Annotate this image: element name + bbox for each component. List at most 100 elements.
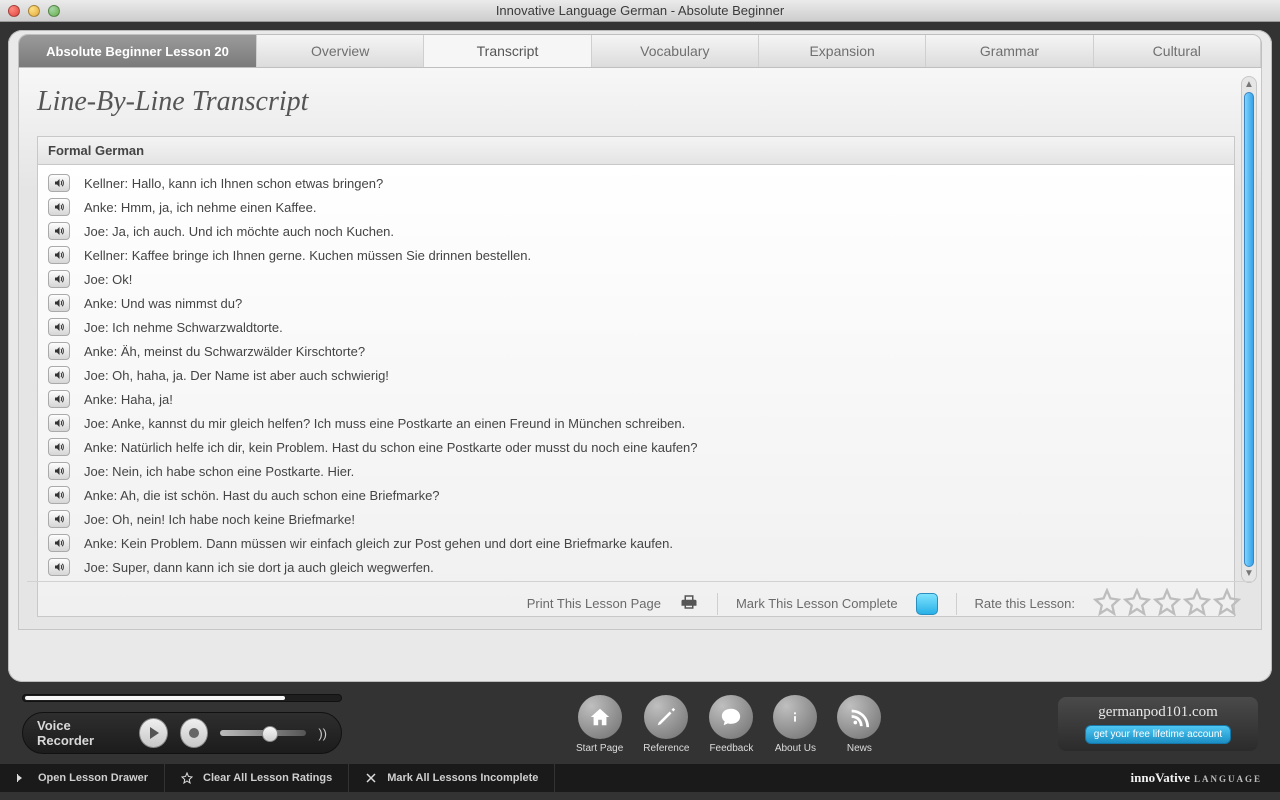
brand-site: germanpod101.com	[1098, 704, 1218, 721]
brand-logo: innoVativeLANGUAGE	[1113, 770, 1280, 786]
play-line-button[interactable]	[48, 198, 70, 216]
line-text: Anke: Äh, meinst du Schwarzwälder Kirsch…	[84, 344, 365, 359]
tab-overview[interactable]: Overview	[257, 35, 424, 67]
rate-lesson-label: Rate this Lesson:	[975, 596, 1075, 611]
transcript-line: Joe: Oh, haha, ja. Der Name ist aber auc…	[38, 363, 1234, 387]
line-text: Joe: Ok!	[84, 272, 132, 287]
audio-progress[interactable]	[22, 694, 342, 702]
dock-item-label: Start Page	[576, 743, 623, 754]
close-window-button[interactable]	[8, 5, 20, 17]
dock-item-label: News	[847, 743, 872, 754]
section-header: Formal German	[37, 136, 1235, 165]
play-line-button[interactable]	[48, 294, 70, 312]
line-text: Joe: Oh, haha, ja. Der Name ist aber auc…	[84, 368, 389, 383]
play-line-button[interactable]	[48, 318, 70, 336]
transcript-line: Joe: Ja, ich auch. Und ich möchte auch n…	[38, 219, 1234, 243]
transcript-line: Anke: Haha, ja!	[38, 387, 1234, 411]
dock-item-label: Feedback	[709, 743, 753, 754]
scroll-up-arrow-icon[interactable]: ▲	[1244, 80, 1254, 90]
drawer-icon	[16, 772, 28, 784]
info-icon	[773, 695, 817, 739]
dock-home-button[interactable]: Start Page	[576, 695, 623, 754]
line-text: Joe: Oh, nein! Ich habe noch keine Brief…	[84, 512, 355, 527]
tab-expansion[interactable]: Expansion	[759, 35, 926, 67]
dock-rss-button[interactable]: News	[837, 695, 881, 754]
mark-complete-toggle[interactable]	[916, 593, 938, 615]
play-line-button[interactable]	[48, 438, 70, 456]
line-text: Joe: Ich nehme Schwarzwaldtorte.	[84, 320, 283, 335]
play-line-button[interactable]	[48, 558, 70, 576]
line-text: Joe: Super, dann kann ich sie dort ja au…	[84, 560, 434, 575]
play-line-button[interactable]	[48, 390, 70, 408]
tab-transcript[interactable]: Transcript	[424, 35, 591, 67]
tab-lesson-title[interactable]: Absolute Beginner Lesson 20	[19, 35, 257, 67]
dock-info-button[interactable]: About Us	[773, 695, 817, 754]
transcript-line: Joe: Ok!	[38, 267, 1234, 291]
transcript-line: Joe: Nein, ich habe schon eine Postkarte…	[38, 459, 1234, 483]
scroll-down-arrow-icon[interactable]: ▼	[1244, 569, 1254, 579]
play-line-button[interactable]	[48, 222, 70, 240]
dock-chat-button[interactable]: Feedback	[709, 695, 753, 754]
tab-cultural[interactable]: Cultural	[1094, 35, 1261, 67]
content-scrollbar[interactable]: ▲ ▼	[1241, 76, 1257, 583]
status-bar: Open Lesson Drawer Clear All Lesson Rati…	[0, 764, 1280, 792]
line-text: Joe: Anke, kannst du mir gleich helfen? …	[84, 416, 685, 431]
lesson-tabs: Absolute Beginner Lesson 20 Overview Tra…	[18, 34, 1262, 68]
volume-slider[interactable]	[220, 730, 306, 736]
star-icon[interactable]	[1093, 588, 1121, 619]
star-outline-icon	[181, 772, 193, 784]
rating-stars[interactable]	[1093, 588, 1241, 619]
transcript-line: Kellner: Kaffee bringe ich Ihnen gerne. …	[38, 243, 1234, 267]
brand-cta-button[interactable]: get your free lifetime account	[1085, 725, 1231, 744]
voice-recorder-label: Voice Recorder	[37, 718, 127, 748]
play-line-button[interactable]	[48, 342, 70, 360]
scroll-thumb[interactable]	[1244, 92, 1254, 567]
play-button[interactable]	[139, 718, 168, 748]
line-text: Anke: Ah, die ist schön. Hast du auch sc…	[84, 488, 440, 503]
star-icon[interactable]	[1123, 588, 1151, 619]
line-text: Anke: Hmm, ja, ich nehme einen Kaffee.	[84, 200, 316, 215]
record-button[interactable]	[180, 718, 209, 748]
window-title: Innovative Language German - Absolute Be…	[0, 3, 1280, 18]
transcript-line: Joe: Anke, kannst du mir gleich helfen? …	[38, 411, 1234, 435]
tab-vocabulary[interactable]: Vocabulary	[592, 35, 759, 67]
play-line-button[interactable]	[48, 486, 70, 504]
zoom-window-button[interactable]	[48, 5, 60, 17]
bottom-dock: Voice Recorder )) Start PageReferenceFee…	[8, 682, 1272, 760]
play-line-button[interactable]	[48, 414, 70, 432]
star-icon[interactable]	[1153, 588, 1181, 619]
chat-icon	[709, 695, 753, 739]
print-lesson-link[interactable]: Print This Lesson Page	[527, 596, 661, 611]
play-line-button[interactable]	[48, 174, 70, 192]
play-line-button[interactable]	[48, 534, 70, 552]
printer-icon[interactable]	[679, 593, 699, 614]
transcript-line: Anke: Und was nimmst du?	[38, 291, 1234, 315]
page-title: Line-By-Line Transcript	[37, 86, 1235, 118]
transcript-line: Anke: Kein Problem. Dann müssen wir einf…	[38, 531, 1234, 555]
transcript-line: Anke: Hmm, ja, ich nehme einen Kaffee.	[38, 195, 1234, 219]
line-text: Kellner: Kaffee bringe ich Ihnen gerne. …	[84, 248, 531, 263]
play-line-button[interactable]	[48, 246, 70, 264]
content-footer: Print This Lesson Page Mark This Lesson …	[27, 581, 1253, 625]
star-icon[interactable]	[1213, 588, 1241, 619]
clear-ratings-button[interactable]: Clear All Lesson Ratings	[165, 764, 349, 792]
brand-promo[interactable]: germanpod101.com get your free lifetime …	[1058, 697, 1258, 751]
play-line-button[interactable]	[48, 510, 70, 528]
star-icon[interactable]	[1183, 588, 1211, 619]
minimize-window-button[interactable]	[28, 5, 40, 17]
transcript-line: Kellner: Hallo, kann ich Ihnen schon etw…	[38, 171, 1234, 195]
line-text: Anke: Natürlich helfe ich dir, kein Prob…	[84, 440, 698, 455]
mark-incomplete-button[interactable]: Mark All Lessons Incomplete	[349, 764, 555, 792]
transcript-list[interactable]: Kellner: Hallo, kann ich Ihnen schon etw…	[37, 165, 1235, 617]
dock-item-label: Reference	[643, 743, 689, 754]
open-lesson-drawer-button[interactable]: Open Lesson Drawer	[0, 764, 165, 792]
play-line-button[interactable]	[48, 366, 70, 384]
pen-icon	[644, 695, 688, 739]
line-text: Anke: Haha, ja!	[84, 392, 173, 407]
play-line-button[interactable]	[48, 270, 70, 288]
tab-grammar[interactable]: Grammar	[926, 35, 1093, 67]
mark-complete-link[interactable]: Mark This Lesson Complete	[736, 596, 898, 611]
window-titlebar: Innovative Language German - Absolute Be…	[0, 0, 1280, 22]
dock-pen-button[interactable]: Reference	[643, 695, 689, 754]
play-line-button[interactable]	[48, 462, 70, 480]
